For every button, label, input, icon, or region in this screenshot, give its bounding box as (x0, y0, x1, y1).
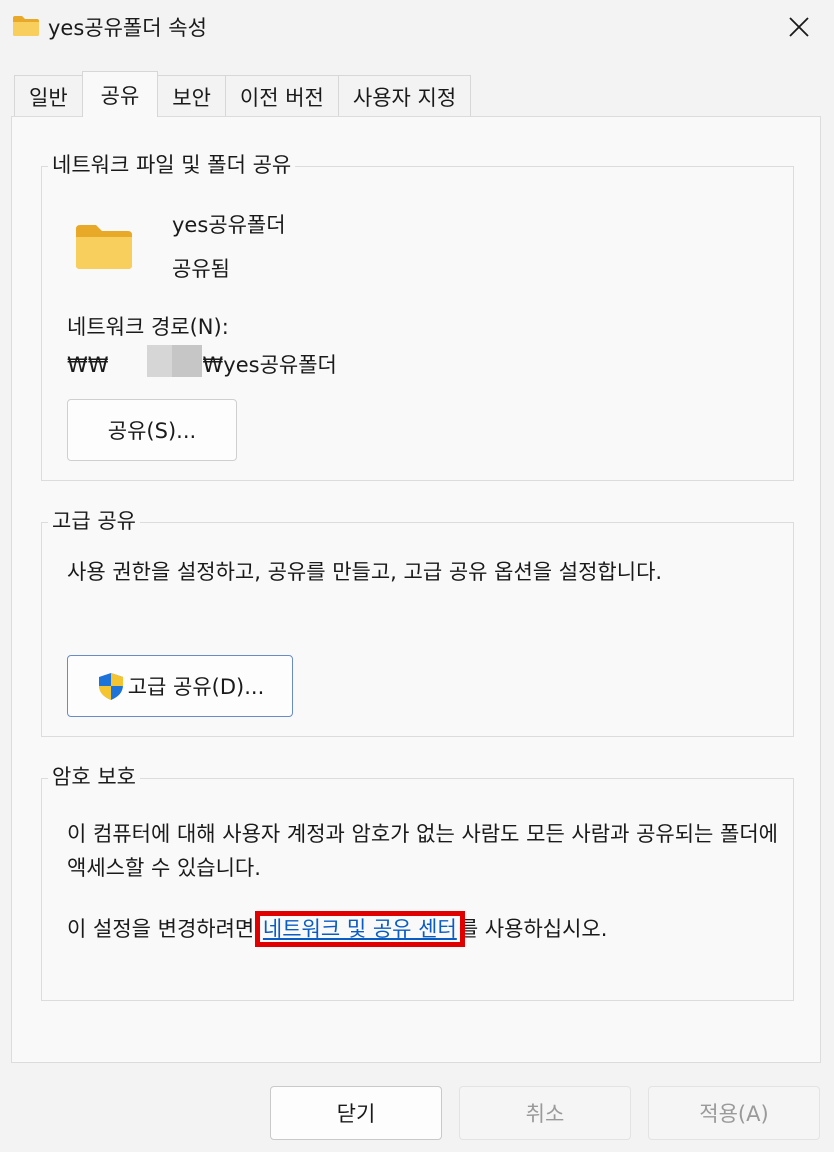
tab-general[interactable]: 일반 (14, 75, 83, 117)
password-change-line: 이 설정을 변경하려면 네트워크 및 공유 센터를 사용하십시오. (67, 911, 608, 947)
tab-security[interactable]: 보안 (157, 75, 226, 117)
folder-name: yes공유폴더 (172, 213, 286, 237)
tab-customize[interactable]: 사용자 지정 (337, 75, 472, 117)
advanced-sharing-label: 고급 공유(D)... (127, 675, 265, 699)
apply-button[interactable]: 적용(A) (648, 1086, 820, 1140)
tab-panel: 네트워크 파일 및 폴더 공유 yes공유폴더 공유됨 네트워크 경로(N): … (11, 116, 821, 1063)
change-suffix: 를 사용하십시오. (458, 917, 608, 941)
network-path-prefix: ₩₩ (67, 353, 109, 377)
redacted-block (172, 345, 202, 377)
advanced-sharing-group: 고급 공유 사용 권한을 설정하고, 공유를 만들고, 고급 공유 옵션을 설정… (41, 505, 794, 737)
group-title: 고급 공유 (48, 505, 140, 535)
password-protection-description: 이 컴퓨터에 대해 사용자 계정과 암호가 없는 사람도 모든 사람과 공유되는… (67, 822, 778, 880)
tab-strip: 일반 공유 보안 이전 버전 사용자 지정 (14, 71, 472, 117)
change-prefix: 이 설정을 변경하려면 (67, 917, 261, 941)
password-protection-group: 암호 보호 이 컴퓨터에 대해 사용자 계정과 암호가 없는 사람도 모든 사람… (41, 761, 794, 1001)
close-dialog-button[interactable]: 닫기 (270, 1086, 442, 1140)
uac-shield-icon (98, 673, 123, 700)
network-path-label: 네트워크 경로(N): (67, 315, 229, 339)
advanced-sharing-button[interactable]: 고급 공유(D)... (67, 655, 293, 717)
advanced-sharing-description: 사용 권한을 설정하고, 공유를 만들고, 고급 공유 옵션을 설정합니다. (67, 560, 663, 584)
cancel-button[interactable]: 취소 (459, 1086, 631, 1140)
close-icon (789, 17, 809, 37)
network-path-suffix: ₩yes공유폴더 (202, 353, 337, 377)
folder-icon (76, 225, 132, 269)
network-sharing-group: 네트워크 파일 및 폴더 공유 yes공유폴더 공유됨 네트워크 경로(N): … (41, 149, 794, 481)
window-title: yes공유폴더 속성 (48, 16, 207, 40)
tab-sharing[interactable]: 공유 (81, 71, 159, 117)
close-button[interactable] (764, 0, 834, 54)
share-button[interactable]: 공유(S)... (67, 399, 237, 461)
network-sharing-center-link[interactable]: 네트워크 및 공유 센터 (254, 911, 465, 947)
title-bar: yes공유폴더 속성 (0, 0, 834, 54)
tab-previous-versions[interactable]: 이전 버전 (224, 75, 339, 117)
group-title: 암호 보호 (48, 761, 140, 791)
group-title: 네트워크 파일 및 폴더 공유 (48, 149, 296, 179)
share-status: 공유됨 (172, 257, 230, 281)
redacted-block (147, 345, 172, 377)
folder-icon (13, 16, 39, 36)
